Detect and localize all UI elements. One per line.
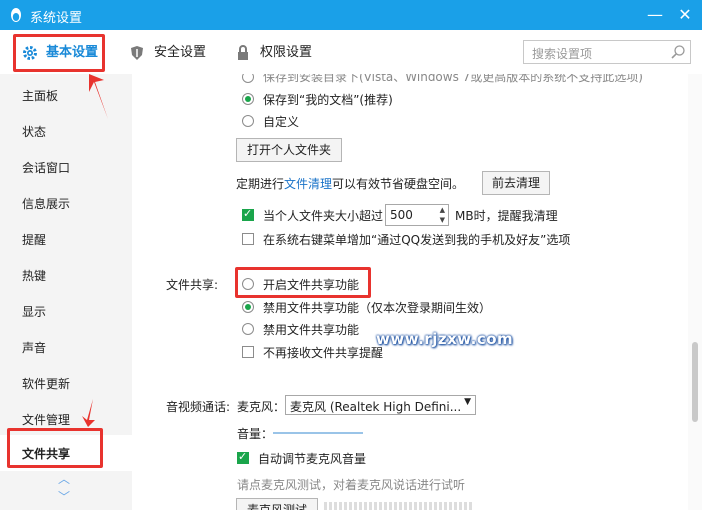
sidebar-item-main-panel[interactable]: 主面板: [0, 77, 132, 113]
sidebar-item-info-display[interactable]: 信息展示: [0, 185, 132, 221]
watermark: www.rjzxw.com: [376, 330, 514, 348]
size-warn-suffix: MB时，提醒我清理: [455, 209, 558, 223]
radio-custom[interactable]: [242, 115, 254, 127]
file-cleanup-link[interactable]: 文件清理: [284, 177, 332, 191]
auto-mic-label: 自动调节麦克风音量: [258, 452, 367, 466]
auto-mic-checkbox[interactable]: [237, 450, 249, 464]
sidebar-item-sound[interactable]: 声音: [0, 329, 132, 365]
option-save-docs-label: 保存到“我的文档”(推荐): [263, 93, 393, 107]
sidebar-highlight-box: [7, 428, 103, 468]
sidebar-item-label: 声音: [22, 341, 47, 355]
option-custom-label: 自定义: [263, 115, 300, 129]
sidebar-item-reminder[interactable]: 提醒: [0, 221, 132, 257]
no-remind-label: 不再接收文件共享提醒: [263, 346, 384, 360]
sidebar-item-label: 软件更新: [22, 377, 71, 391]
sidebar-item-hotkeys[interactable]: 热键: [0, 257, 132, 293]
sidebar-item-label: 会话窗口: [22, 161, 71, 175]
cleanup-text-before: 定期进行: [236, 177, 285, 191]
tab-label: 安全设置: [154, 45, 207, 60]
radio-share-off[interactable]: [242, 323, 254, 335]
sidebar-item-label: 显示: [22, 305, 47, 319]
tab-label: 权限设置: [260, 45, 313, 60]
annotation-arrow-icon: [89, 74, 108, 119]
tab-security-settings[interactable]: 安全设置: [130, 40, 210, 66]
tab-permission-settings[interactable]: 权限设置: [236, 40, 316, 66]
share-off-session-label: 禁用文件共享功能（仅本次登录期间生效）: [263, 301, 492, 315]
search-box[interactable]: 搜索设置项: [523, 40, 691, 64]
minimize-button[interactable]: —: [644, 4, 666, 26]
mic-level-meter: [324, 502, 474, 510]
close-icon: ✕: [678, 5, 692, 24]
radio-save-my-documents[interactable]: [242, 93, 254, 105]
sidebar-item-label: 主面板: [22, 89, 59, 103]
search-icon[interactable]: [670, 44, 686, 60]
sidebar-item-label: 文件管理: [22, 413, 71, 427]
av-call-section-label: 音视频通话:: [166, 400, 231, 414]
search-placeholder: 搜索设置项: [532, 47, 593, 61]
radio-install-dir[interactable]: [242, 74, 254, 83]
cleanup-text: 定期进行文件清理可以有效节省硬盘空间。: [236, 175, 464, 192]
sidebar-item-status[interactable]: 状态: [0, 113, 132, 149]
size-value: 500: [390, 208, 413, 222]
size-warn-label: 当个人文件夹大小超过: [263, 209, 384, 223]
lock-icon: [238, 45, 248, 60]
context-menu-checkbox[interactable]: [242, 233, 254, 245]
sidebar-item-software-update[interactable]: 软件更新: [0, 365, 132, 401]
close-button[interactable]: ✕: [674, 4, 696, 26]
cleanup-text-after: 可以有效节省硬盘空间。: [332, 177, 465, 191]
share-highlight-box: [235, 267, 371, 298]
radio-share-off-session[interactable]: [242, 301, 254, 313]
sidebar-item-label: 状态: [22, 125, 47, 139]
sidebar-item-label: 热键: [22, 269, 47, 283]
tab-highlight-box: [13, 34, 105, 72]
sidebar-item-label: 信息展示: [22, 197, 71, 211]
mic-select[interactable]: 麦克风 (Realtek High Defini... ▼: [285, 395, 476, 415]
sidebar-item-label: 提醒: [22, 233, 47, 247]
title-bar: 系统设置 — ✕: [0, 0, 702, 30]
option-install-dir-label: 保存到安装目录下(Vista、Windows 7或更高版本的系统不支持此选项): [263, 74, 643, 84]
chevron-down-icon: ▼: [464, 397, 471, 407]
file-sharing-section-label: 文件共享:: [166, 278, 219, 292]
stepper-arrows-icon[interactable]: ▲ ▼: [440, 205, 445, 225]
content-scrollbar[interactable]: [688, 74, 702, 510]
mic-test-button[interactable]: 麦克风测试: [236, 498, 318, 510]
share-off-label: 禁用文件共享功能: [263, 323, 360, 337]
shield-icon: [131, 46, 143, 60]
window-title: 系统设置: [30, 11, 83, 26]
scroll-down-icon[interactable]: ﹀: [58, 488, 70, 505]
go-cleanup-button[interactable]: 前去清理: [482, 171, 550, 195]
qq-penguin-icon: [11, 8, 21, 22]
scroll-up-icon[interactable]: ︿: [58, 470, 70, 487]
size-stepper[interactable]: 500 ▲ ▼: [385, 204, 449, 226]
sidebar-item-display[interactable]: 显示: [0, 293, 132, 329]
scrollbar-thumb[interactable]: [692, 342, 698, 422]
open-personal-folder-button[interactable]: 打开个人文件夹: [236, 138, 342, 162]
volume-slider[interactable]: [273, 432, 363, 434]
settings-content: 保存到安装目录下(Vista、Windows 7或更高版本的系统不支持此选项) …: [132, 74, 688, 510]
mic-select-value: 麦克风 (Realtek High Defini...: [290, 400, 462, 414]
size-warn-checkbox[interactable]: [242, 207, 254, 221]
no-remind-checkbox[interactable]: [242, 346, 254, 358]
mic-hint: 请点麦克风测试，对着麦克风说话进行试听: [237, 478, 466, 492]
mic-label: 麦克风：: [237, 400, 286, 414]
sidebar-item-chat-window[interactable]: 会话窗口: [0, 149, 132, 185]
minimize-icon: —: [647, 5, 663, 24]
context-menu-label: 在系统右键菜单增加“通过QQ发送到我的手机及好友”选项: [263, 233, 571, 247]
volume-label: 音量：: [237, 427, 274, 441]
annotation-arrow-icon: [82, 399, 95, 427]
